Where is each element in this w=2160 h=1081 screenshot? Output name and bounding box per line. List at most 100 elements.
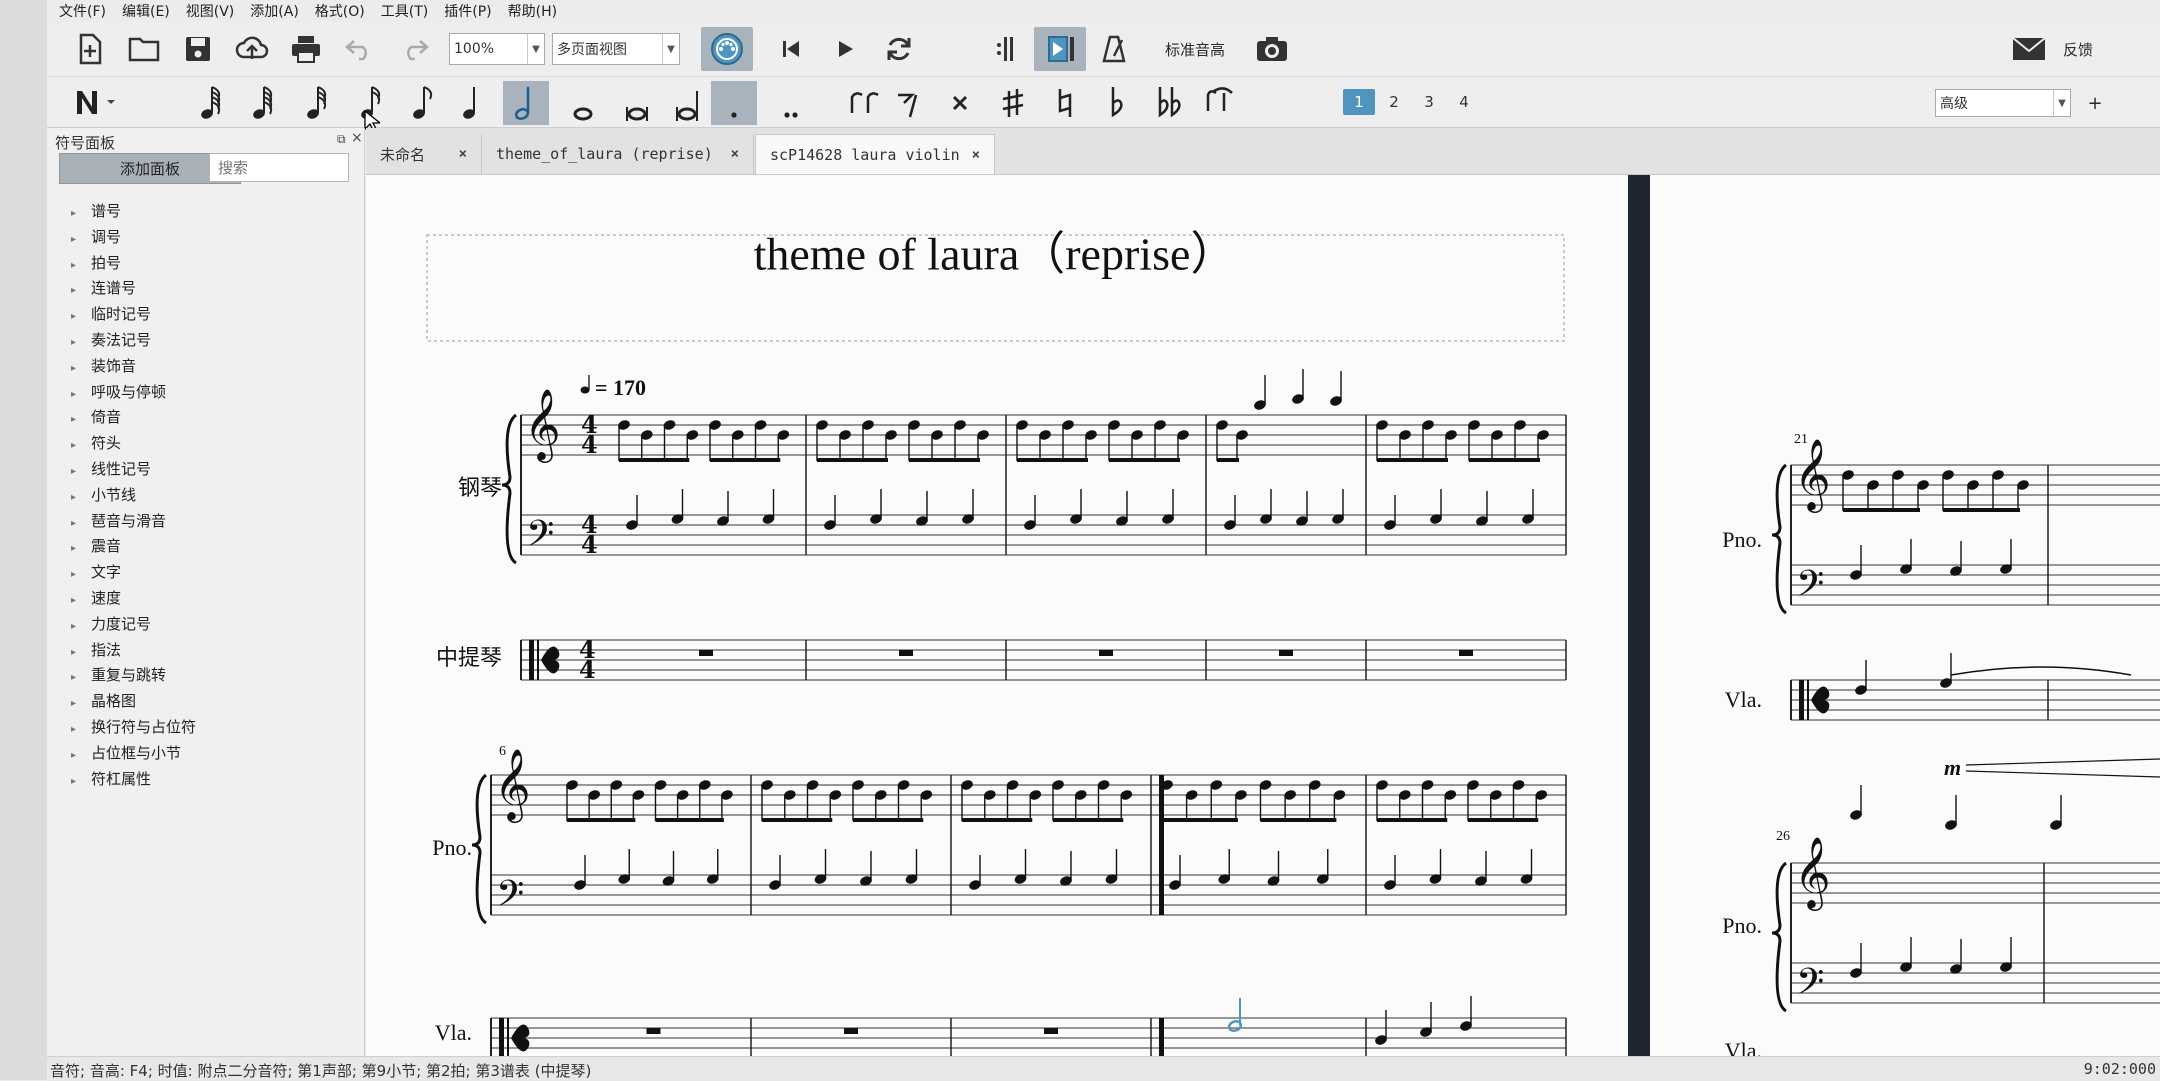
view-mode-select[interactable]: 多页面视图 ▼ — [552, 33, 680, 65]
tempo-text[interactable]: = 170 — [595, 375, 646, 400]
voice-3-button[interactable]: 3 — [1413, 89, 1445, 115]
cloud-upload-icon[interactable] — [232, 30, 272, 68]
note-32nd-icon[interactable] — [252, 86, 273, 120]
time-signature-bottom[interactable]: 4 — [581, 430, 598, 459]
dynamic-marking[interactable]: m — [1944, 755, 1961, 780]
treble-clef[interactable]: 𝄞 — [524, 387, 561, 463]
note-input-mode-icon[interactable] — [69, 83, 121, 121]
whole-rest[interactable] — [1279, 650, 1293, 656]
whole-rest[interactable] — [646, 1028, 661, 1034]
midi-input-icon[interactable] — [701, 27, 753, 71]
voice-2-button[interactable]: 2 — [1378, 89, 1410, 115]
loop-in-out-icon[interactable] — [982, 30, 1022, 68]
voice-1-button[interactable]: 1 — [1343, 89, 1375, 115]
palette-item[interactable]: ▸ 符杠属性 — [71, 768, 151, 789]
instrument-label[interactable]: Pno. — [1722, 527, 1762, 552]
metronome-icon[interactable] — [1094, 30, 1134, 68]
palette-item[interactable]: ▸ 倚音 — [71, 406, 121, 427]
note-64th-icon[interactable] — [200, 86, 221, 120]
tab-theme-of-laura[interactable]: theme_of_laura (reprise) × — [482, 134, 754, 174]
menu-format[interactable]: 格式(O) — [307, 1, 373, 21]
add-workspace-button[interactable]: + — [2081, 89, 2109, 117]
bass-clef[interactable]: 𝄢 — [1796, 563, 1824, 614]
menu-edit[interactable]: 编辑(E) — [114, 1, 178, 21]
palette-search-input[interactable] — [209, 153, 349, 182]
rewind-icon[interactable] — [771, 30, 811, 68]
palette-item[interactable]: ▸ 文字 — [71, 561, 121, 582]
sharp-icon[interactable] — [994, 81, 1034, 125]
feedback-button[interactable]: 反馈 — [2053, 34, 2103, 64]
close-icon[interactable]: × — [459, 146, 467, 162]
measure-number[interactable]: 26 — [1776, 829, 1790, 844]
save-icon[interactable] — [178, 30, 218, 68]
augmentation-dot-icon[interactable] — [731, 112, 737, 118]
score-view[interactable]: theme of laura（reprise） 𝄞 𝄢 4 4 4 4 4 4 = 170 钢琴中… — [366, 175, 2160, 1056]
palette-item[interactable]: ▸ 小节线 — [71, 484, 136, 505]
menu-plugins[interactable]: 插件(P) — [436, 1, 499, 21]
whole-rest[interactable] — [1459, 650, 1473, 656]
new-file-icon[interactable] — [70, 30, 110, 68]
float-panel-icon[interactable]: ⧉ — [337, 132, 346, 147]
instrument-label[interactable]: Vla. — [435, 1020, 472, 1045]
palette-item[interactable]: ▸ 呼吸与停顿 — [71, 381, 166, 402]
palette-item[interactable]: ▸ 晶格图 — [71, 690, 136, 711]
whole-rest[interactable] — [899, 650, 913, 656]
palette-item[interactable]: ▸ 线性记号 — [71, 458, 151, 479]
palette-item[interactable]: ▸ 连谱号 — [71, 277, 136, 298]
double-dot-icon[interactable] — [784, 112, 798, 118]
breve-icon[interactable] — [626, 107, 648, 121]
instrument-label[interactable]: 钢琴 — [458, 475, 502, 500]
palette-item[interactable]: ▸ 速度 — [71, 587, 121, 608]
bass-clef[interactable]: 𝄢 — [496, 873, 524, 924]
undo-icon[interactable] — [340, 30, 380, 68]
menu-help[interactable]: 帮助(H) — [500, 1, 565, 21]
whole-note-icon[interactable] — [573, 107, 593, 121]
menu-add[interactable]: 添加(A) — [242, 1, 307, 21]
double-sharp-icon[interactable] — [942, 81, 982, 125]
score-title[interactable]: theme of laura（reprise） — [754, 229, 1237, 280]
palette-item[interactable]: ▸ 琶音与滑音 — [71, 510, 166, 531]
instrument-label[interactable]: Pno. — [432, 835, 472, 860]
metronome-playback-icon[interactable] — [1034, 27, 1086, 71]
close-icon[interactable]: × — [731, 146, 739, 162]
flip-direction-icon[interactable] — [842, 81, 882, 125]
palette-item[interactable]: ▸ 符头 — [71, 432, 121, 453]
note-quarter-icon[interactable] — [412, 86, 433, 120]
measure-number[interactable]: 6 — [499, 744, 506, 759]
camera-icon[interactable] — [1249, 30, 1295, 68]
palette-item[interactable]: ▸ 临时记号 — [71, 303, 151, 324]
instrument-label[interactable]: Pno. — [1722, 913, 1762, 938]
menu-view[interactable]: 视图(V) — [178, 1, 243, 21]
voice-4-button[interactable]: 4 — [1448, 89, 1480, 115]
whole-rest[interactable] — [1099, 650, 1113, 656]
palette-item[interactable]: ▸ 拍号 — [71, 252, 121, 273]
repeat-barline[interactable] — [1159, 1018, 1164, 1056]
palette-item[interactable]: ▸ 占位框与小节 — [71, 742, 181, 763]
whole-rest[interactable] — [844, 1028, 858, 1034]
concert-pitch-toggle[interactable]: 标准音高 — [1155, 34, 1235, 64]
measure-number[interactable]: 21 — [1794, 432, 1808, 447]
bass-clef[interactable]: 𝄢 — [526, 513, 554, 564]
palette-item[interactable]: ▸ 奏法记号 — [71, 329, 151, 350]
tie-icon[interactable] — [1202, 81, 1242, 125]
palette-item[interactable]: ▸ 换行符与占位符 — [71, 716, 196, 737]
zoom-select[interactable]: 100% ▼ — [449, 33, 545, 65]
workspace-select[interactable]: 高级 ▼ — [1935, 89, 2071, 117]
instrument-label[interactable]: Vla. — [1725, 687, 1762, 712]
longa-icon[interactable] — [676, 91, 698, 121]
tab-untitled[interactable]: 未命名 × — [366, 134, 482, 174]
natural-icon[interactable] — [1046, 81, 1086, 125]
score-canvas[interactable]: theme of laura（reprise） 𝄞𝄢444444= 170钢琴中… — [366, 175, 2160, 1056]
print-icon[interactable] — [286, 30, 326, 68]
instrument-label[interactable]: Vla. — [1725, 1038, 1762, 1056]
time-signature-bottom[interactable]: 4 — [579, 655, 596, 684]
note-16th-icon[interactable] — [306, 86, 327, 120]
time-signature-bottom[interactable]: 4 — [581, 530, 598, 559]
menu-file[interactable]: 文件(F) — [51, 1, 114, 21]
palette-item[interactable]: ▸ 谱号 — [71, 200, 121, 221]
palette-item[interactable]: ▸ 装饰音 — [71, 355, 136, 376]
treble-clef[interactable]: 𝄞 — [1794, 835, 1831, 911]
feedback-mail-icon[interactable] — [2007, 30, 2051, 68]
palette-item[interactable]: ▸ 震音 — [71, 535, 121, 556]
play-icon[interactable] — [825, 30, 865, 68]
